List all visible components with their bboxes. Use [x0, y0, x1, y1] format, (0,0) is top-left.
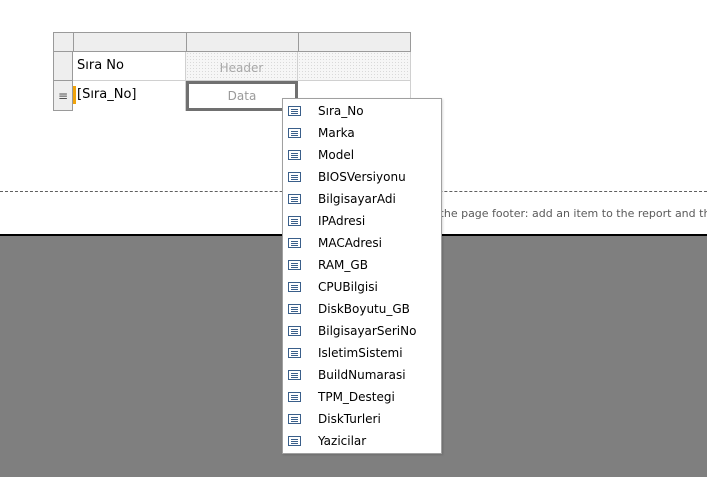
field-list-item[interactable]: IPAdresi	[283, 210, 441, 232]
field-list-item-label: BilgisayarSeriNo	[318, 324, 417, 338]
row-handle-divider	[54, 80, 73, 81]
field-list-item-label: BilgisayarAdi	[318, 192, 396, 206]
details-group-icon[interactable]: ≡	[58, 90, 68, 102]
field-list-item[interactable]: BilgisayarSeriNo	[283, 320, 441, 342]
field-icon	[288, 150, 301, 160]
field-indicator	[73, 86, 76, 104]
field-list-item-label: BuildNumarasi	[318, 368, 406, 382]
field-list-item-label: TPM_Destegi	[318, 390, 395, 404]
field-icon	[288, 326, 301, 336]
column-handle-divider	[186, 33, 188, 51]
field-icon	[288, 172, 301, 182]
field-list-item[interactable]: BIOSVersiyonu	[283, 166, 441, 188]
header-text: Sıra No	[77, 58, 124, 73]
field-list-item[interactable]: Yazicilar	[283, 430, 441, 452]
header-cell-sira-no[interactable]: Sıra No	[73, 52, 186, 81]
field-list-item[interactable]: RAM_GB	[283, 254, 441, 276]
row-handles[interactable]: ≡	[53, 52, 73, 111]
field-icon	[288, 436, 301, 446]
field-list-item[interactable]: DiskTurleri	[283, 408, 441, 430]
field-list-item[interactable]: MACAdresi	[283, 232, 441, 254]
field-list-item-label: RAM_GB	[318, 258, 368, 272]
field-list-item-label: IsletimSistemi	[318, 346, 403, 360]
header-placeholder: Header	[219, 61, 264, 75]
field-icon	[288, 304, 301, 314]
field-icon	[288, 260, 301, 270]
field-icon	[288, 348, 301, 358]
field-icon	[288, 414, 301, 424]
field-list-item[interactable]: Model	[283, 144, 441, 166]
field-icon	[288, 238, 301, 248]
field-icon	[288, 282, 301, 292]
field-list-item[interactable]: DiskBoyutu_GB	[283, 298, 441, 320]
field-list-item-label: Marka	[318, 126, 355, 140]
field-list-item[interactable]: Sıra_No	[283, 100, 441, 122]
field-icon	[288, 194, 301, 204]
data-placeholder: Data	[227, 89, 257, 103]
header-cell-empty-2[interactable]	[298, 52, 411, 81]
field-list-item-label: DiskTurleri	[318, 412, 381, 426]
field-list-item-label: IPAdresi	[318, 214, 366, 228]
field-list-item[interactable]: CPUBilgisi	[283, 276, 441, 298]
data-cell-sira-no[interactable]: [Sıra_No]	[73, 81, 186, 111]
field-list-item-label: Sıra_No	[318, 104, 364, 118]
field-icon	[288, 370, 301, 380]
column-handle-divider	[73, 33, 75, 51]
column-handle-divider	[298, 33, 300, 51]
field-icon	[288, 106, 301, 116]
field-list-item-label: DiskBoyutu_GB	[318, 302, 410, 316]
field-list-item[interactable]: IsletimSistemi	[283, 342, 441, 364]
field-icon	[288, 392, 301, 402]
column-handles	[53, 32, 411, 52]
field-icon	[288, 128, 301, 138]
field-list-item[interactable]: BuildNumarasi	[283, 364, 441, 386]
header-cell-empty[interactable]: Header	[186, 52, 298, 81]
field-list-item[interactable]: Marka	[283, 122, 441, 144]
field-list-dropdown[interactable]: Sıra_No Marka Model BIOSVersiyonu Bilgisayar…	[282, 98, 442, 454]
data-expression: [Sıra_No]	[77, 87, 137, 102]
field-list-item-label: Yazicilar	[318, 434, 367, 448]
field-icon	[288, 216, 301, 226]
field-list-item-label: MACAdresi	[318, 236, 382, 250]
field-list-item[interactable]: TPM_Destegi	[283, 386, 441, 408]
field-list-item-label: Model	[318, 148, 355, 162]
field-list-item[interactable]: BilgisayarAdi	[283, 188, 441, 210]
page-footer-hint: to the page footer: add an item to the r…	[425, 207, 707, 220]
field-list-item-label: BIOSVersiyonu	[318, 170, 406, 184]
field-list-item-label: CPUBilgisi	[318, 280, 378, 294]
